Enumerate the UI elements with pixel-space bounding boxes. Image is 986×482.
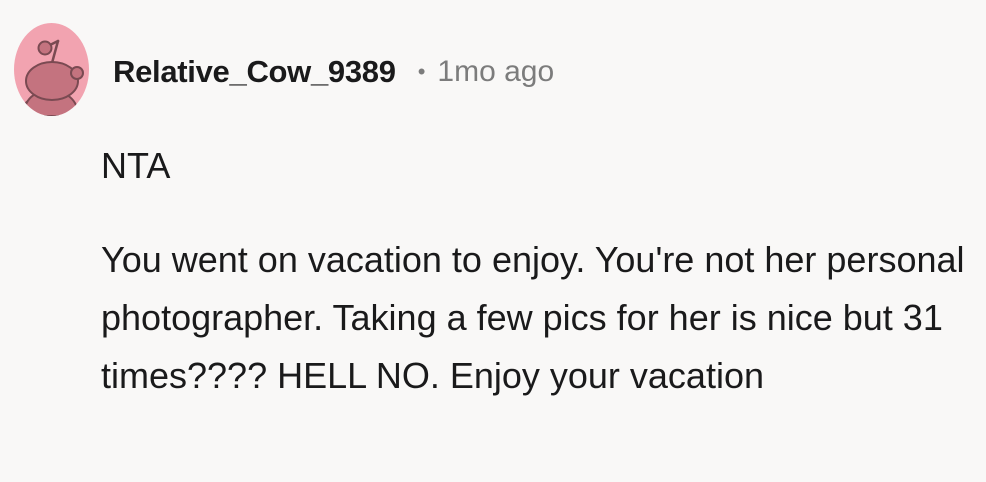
comment-timestamp[interactable]: 1mo ago [437, 55, 554, 89]
comment-meta: Relative_Cow_9389 • 1mo ago [113, 50, 554, 94]
comment: Relative_Cow_9389 • 1mo ago NTA You went… [0, 0, 986, 482]
meta-separator: • [417, 59, 426, 84]
comment-paragraph: You went on vacation to enjoy. You're no… [101, 239, 965, 396]
user-avatar[interactable] [14, 23, 89, 116]
author-username[interactable]: Relative_Cow_9389 [113, 54, 396, 90]
comment-paragraph: NTA [101, 145, 171, 186]
snoo-avatar-icon [22, 39, 84, 116]
comment-body: NTA You went on vacation to enjoy. You'r… [101, 137, 971, 405]
